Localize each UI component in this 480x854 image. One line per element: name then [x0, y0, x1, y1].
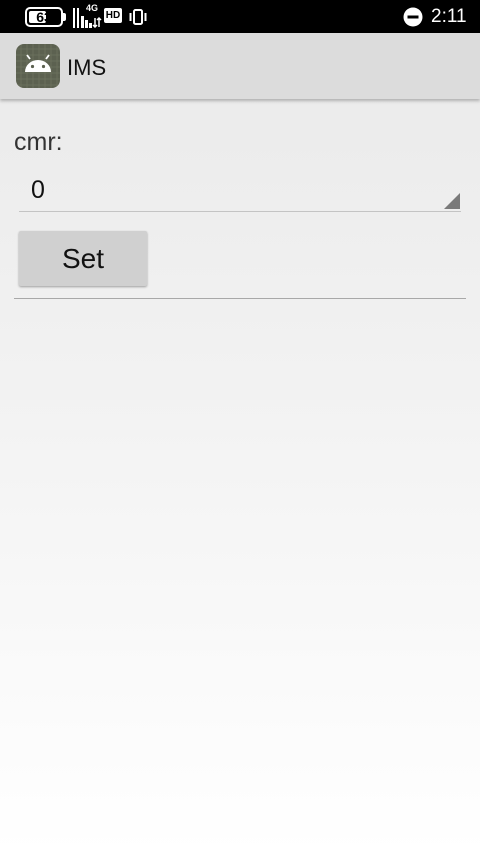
- app-title: IMS: [67, 55, 107, 80]
- battery-tip: [63, 13, 66, 21]
- cmr-label: cmr:: [14, 128, 63, 156]
- vibrate-icon: [129, 9, 147, 25]
- network-type: 4G: [86, 3, 99, 13]
- hd-icon: HD: [104, 8, 122, 23]
- battery-level: 63: [36, 9, 52, 25]
- android-icon: [16, 44, 60, 88]
- android-app-icon: [16, 44, 60, 88]
- battery-icon: 63: [25, 7, 63, 27]
- set-button[interactable]: Set: [19, 231, 147, 286]
- cmr-spinner[interactable]: 0: [19, 168, 461, 212]
- dropdown-arrow-icon: [444, 193, 460, 209]
- status-bar: 63 4G HD 2:11: [0, 0, 480, 33]
- divider: [14, 298, 466, 299]
- clock: 2:11: [431, 6, 467, 27]
- cmr-spinner-value: 0: [31, 176, 45, 204]
- do-not-disturb-icon: [403, 7, 423, 27]
- app-bar: IMS: [0, 33, 480, 99]
